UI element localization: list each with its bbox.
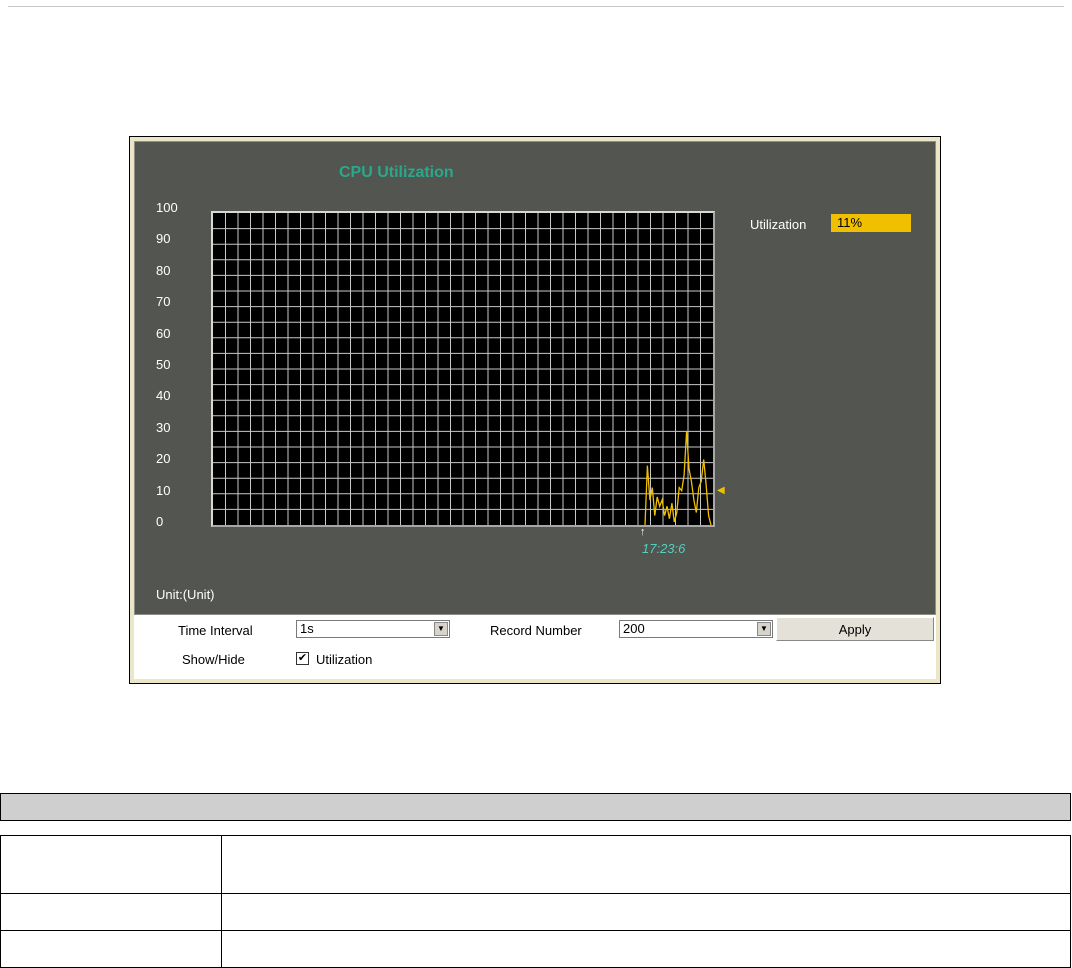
table-cell [0, 893, 222, 931]
record-number-select[interactable]: 200 ▼ [619, 620, 773, 638]
time-label: 17:23:6 [642, 541, 686, 556]
legend-utilization-label: Utilization [750, 217, 807, 232]
y-tick-label: 50 [156, 357, 171, 372]
y-tick-label: 10 [156, 482, 171, 498]
y-tick-label: 20 [156, 451, 171, 467]
current-value-marker-icon: ◀ [717, 484, 725, 496]
utilization-checkbox[interactable]: ✔ [296, 652, 309, 665]
time-marker-arrow-icon: ↑ [640, 526, 646, 538]
description-table-header [0, 793, 1071, 821]
y-tick-label: 80 [156, 262, 171, 278]
y-tick-label: 60 [156, 325, 171, 341]
unit-label: Unit:(Unit) [156, 587, 215, 602]
record-number-value: 200 [623, 621, 645, 636]
table-cell [221, 893, 1071, 931]
legend-utilization-value: 11% [831, 214, 911, 232]
utilization-plot [213, 213, 713, 525]
record-number-label: Record Number [490, 623, 582, 638]
cpu-utilization-panel: CPU Utilization 100 90 80 70 60 50 40 30 20 10 0 ↑… [129, 136, 941, 684]
y-tick-label: 30 [156, 419, 171, 435]
table-cell [0, 835, 222, 894]
table-row [0, 893, 1071, 931]
y-tick-label: 100 [156, 200, 178, 215]
chart-area: CPU Utilization 100 90 80 70 60 50 40 30 20 10 0 ↑… [134, 141, 936, 615]
time-interval-select[interactable]: 1s ▼ [296, 620, 450, 638]
dropdown-arrow-icon[interactable]: ▼ [434, 622, 448, 636]
table-row [0, 930, 1071, 968]
table-cell [221, 835, 1071, 894]
top-divider [8, 6, 1064, 7]
plot-area [211, 211, 715, 527]
show-hide-label: Show/Hide [182, 652, 245, 667]
y-tick-label: 40 [156, 388, 171, 404]
chart-controls: Time Interval 1s ▼ Record Number 200 ▼ A… [134, 615, 936, 679]
description-table [0, 835, 1071, 968]
time-interval-value: 1s [300, 621, 314, 636]
dropdown-arrow-icon[interactable]: ▼ [757, 622, 771, 636]
time-interval-label: Time Interval [178, 623, 253, 638]
table-row [0, 835, 1071, 894]
table-cell [0, 930, 222, 968]
utilization-checkbox-label[interactable]: Utilization [316, 652, 372, 667]
y-tick-label: 70 [156, 294, 171, 310]
y-tick-label: 0 [156, 514, 164, 529]
chart-title: CPU Utilization [339, 164, 454, 181]
y-tick-label: 90 [156, 231, 171, 247]
apply-button[interactable]: Apply [776, 617, 934, 641]
table-cell [221, 930, 1071, 968]
